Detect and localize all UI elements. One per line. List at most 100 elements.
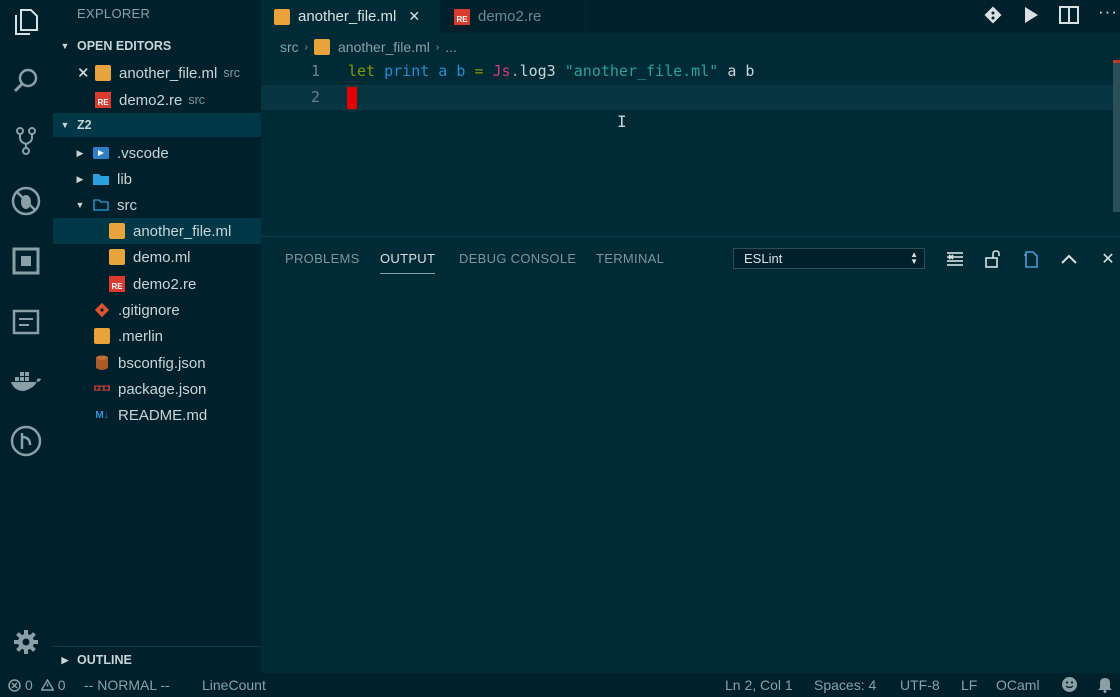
language-mode[interactable]: OCaml: [996, 677, 1040, 693]
linecount-status[interactable]: LineCount: [202, 677, 266, 693]
ocaml-file-icon: [94, 328, 110, 344]
gitlens-icon[interactable]: [8, 423, 44, 459]
vim-mode: -- NORMAL --: [84, 677, 170, 693]
vscode-folder-icon: [93, 145, 109, 161]
extensions-icon[interactable]: [8, 243, 44, 279]
tree-folder-lib[interactable]: ▶ lib: [53, 166, 261, 192]
maximize-panel-icon[interactable]: [1058, 248, 1080, 270]
open-log-file-icon[interactable]: [1020, 248, 1042, 270]
close-icon[interactable]: ✕: [77, 64, 93, 82]
open-editors-header[interactable]: ▼ OPEN EDITORS: [53, 34, 261, 58]
tree-file-another-file[interactable]: another_file.ml: [53, 218, 261, 244]
line-number: 2: [310, 88, 320, 106]
tree-file-readme[interactable]: M↓ README.md: [53, 402, 261, 428]
tab-problems[interactable]: PROBLEMS: [285, 251, 360, 266]
error-icon: [8, 678, 21, 692]
tree-file-merlin[interactable]: .merlin: [53, 323, 261, 349]
code-line[interactable]: let print a b = Js.log3 "another_file.ml…: [348, 62, 754, 80]
ocaml-file-icon: [314, 39, 331, 55]
git-compare-icon[interactable]: [983, 5, 1003, 30]
breadcrumb-more[interactable]: ...: [445, 39, 457, 55]
source-control-icon[interactable]: [8, 123, 44, 159]
output-channel-select[interactable]: ESLint ▲ ▼: [733, 248, 925, 269]
ibeam-cursor-icon: I: [617, 112, 627, 131]
scrollbar-marker: [1113, 60, 1120, 63]
open-editor-item[interactable]: ✕ another_file.ml src: [53, 60, 261, 86]
tree-file-demo2-re[interactable]: RE demo2.re: [53, 271, 261, 297]
git-icon: [94, 302, 110, 318]
outline-header[interactable]: ▶ OUTLINE: [53, 646, 261, 673]
tab-another-file[interactable]: another_file.ml ✕: [261, 0, 440, 33]
npm-icon: [94, 381, 110, 397]
ocaml-file-icon: [109, 249, 125, 265]
bottom-panel: PROBLEMS OUTPUT DEBUG CONSOLE TERMINAL E…: [261, 236, 1120, 673]
tree-folder-vscode[interactable]: ▶ .vscode: [53, 140, 261, 166]
close-panel-icon[interactable]: ✕: [1097, 248, 1119, 270]
clear-output-icon[interactable]: [944, 248, 966, 270]
tree-file-package-json[interactable]: package.json: [53, 376, 261, 402]
tree-file-gitignore[interactable]: .gitignore: [53, 297, 261, 323]
settings-gear-icon[interactable]: [8, 624, 44, 660]
open-editor-item[interactable]: RE demo2.re src: [53, 87, 261, 113]
tree-file-demo-ml[interactable]: demo.ml: [53, 244, 261, 270]
tab-output[interactable]: OUTPUT: [380, 251, 436, 274]
explorer-icon[interactable]: [8, 4, 44, 40]
markdown-icon: M↓: [95, 409, 109, 421]
breadcrumb-folder[interactable]: src: [280, 39, 299, 55]
chevron-right-icon: ›: [435, 41, 440, 53]
current-line-highlight: [261, 85, 1113, 110]
ocaml-file-icon: [109, 223, 125, 239]
chevron-down-icon: ▼: [75, 200, 85, 210]
module-token: Js: [492, 62, 511, 80]
lock-scroll-icon[interactable]: [982, 248, 1004, 270]
warning-icon: [40, 679, 54, 691]
sidebar-title: EXPLORER: [77, 6, 151, 21]
tab-debug-console[interactable]: DEBUG CONSOLE: [459, 251, 576, 266]
encoding-status[interactable]: UTF-8: [900, 677, 940, 693]
editor-scrollbar[interactable]: [1113, 60, 1120, 212]
tree-file-bsconfig[interactable]: bsconfig.json: [53, 350, 261, 376]
chevron-down-icon: ▼: [60, 41, 70, 51]
outline-view-icon[interactable]: [8, 304, 44, 340]
run-icon[interactable]: [1023, 6, 1039, 29]
line-number: 1: [310, 62, 320, 80]
tree-folder-src[interactable]: ▼ src: [53, 192, 261, 218]
feedback-smiley-icon[interactable]: [1061, 676, 1078, 696]
problems-status[interactable]: 0 0: [8, 677, 66, 693]
debug-icon[interactable]: [8, 183, 44, 219]
breadcrumb-file[interactable]: another_file.ml: [338, 39, 430, 55]
workspace-header[interactable]: ▼ Z2: [53, 113, 261, 137]
status-bar: 0 0 -- NORMAL -- LineCount Ln 2, Col 1 S…: [0, 673, 1120, 697]
indentation-status[interactable]: Spaces: 4: [814, 677, 876, 693]
select-arrows-icon: ▲ ▼: [910, 250, 918, 266]
args-token: a b: [727, 62, 755, 80]
docker-icon[interactable]: [8, 364, 44, 400]
editor-tabs: another_file.ml ✕ RE demo2.re ···: [261, 0, 1120, 33]
ocaml-file-icon: [274, 8, 290, 25]
reason-file-icon: RE: [109, 276, 125, 292]
chevron-right-icon: ▶: [76, 173, 84, 184]
cursor-position[interactable]: Ln 2, Col 1: [725, 677, 793, 693]
tab-demo2[interactable]: RE demo2.re: [441, 0, 586, 33]
more-actions-icon[interactable]: ···: [1098, 2, 1118, 22]
chevron-right-icon: ›: [304, 41, 309, 53]
tab-terminal[interactable]: TERMINAL: [596, 251, 664, 266]
explorer-sidebar: EXPLORER ▼ OPEN EDITORS ✕ another_file.m…: [53, 0, 261, 673]
breadcrumb: src › another_file.ml › ...: [280, 37, 457, 57]
dot-token: .: [510, 62, 520, 80]
chevron-down-icon: ▼: [60, 120, 70, 130]
reason-file-icon: RE: [454, 8, 470, 25]
folder-open-icon: [93, 197, 109, 213]
text-cursor: [347, 87, 357, 109]
keyword-token: let: [348, 62, 376, 80]
notifications-bell-icon[interactable]: [1097, 676, 1113, 696]
identifier-token: print a b: [384, 62, 466, 80]
folder-icon: [93, 171, 109, 187]
eol-status[interactable]: LF: [961, 677, 977, 693]
tab-close-icon[interactable]: ✕: [408, 8, 420, 25]
search-icon[interactable]: [8, 63, 44, 99]
split-editor-icon[interactable]: [1059, 6, 1079, 29]
chevron-right-icon: ▶: [76, 147, 84, 158]
ocaml-file-icon: [95, 65, 111, 81]
chevron-right-icon: ▶: [61, 654, 69, 665]
